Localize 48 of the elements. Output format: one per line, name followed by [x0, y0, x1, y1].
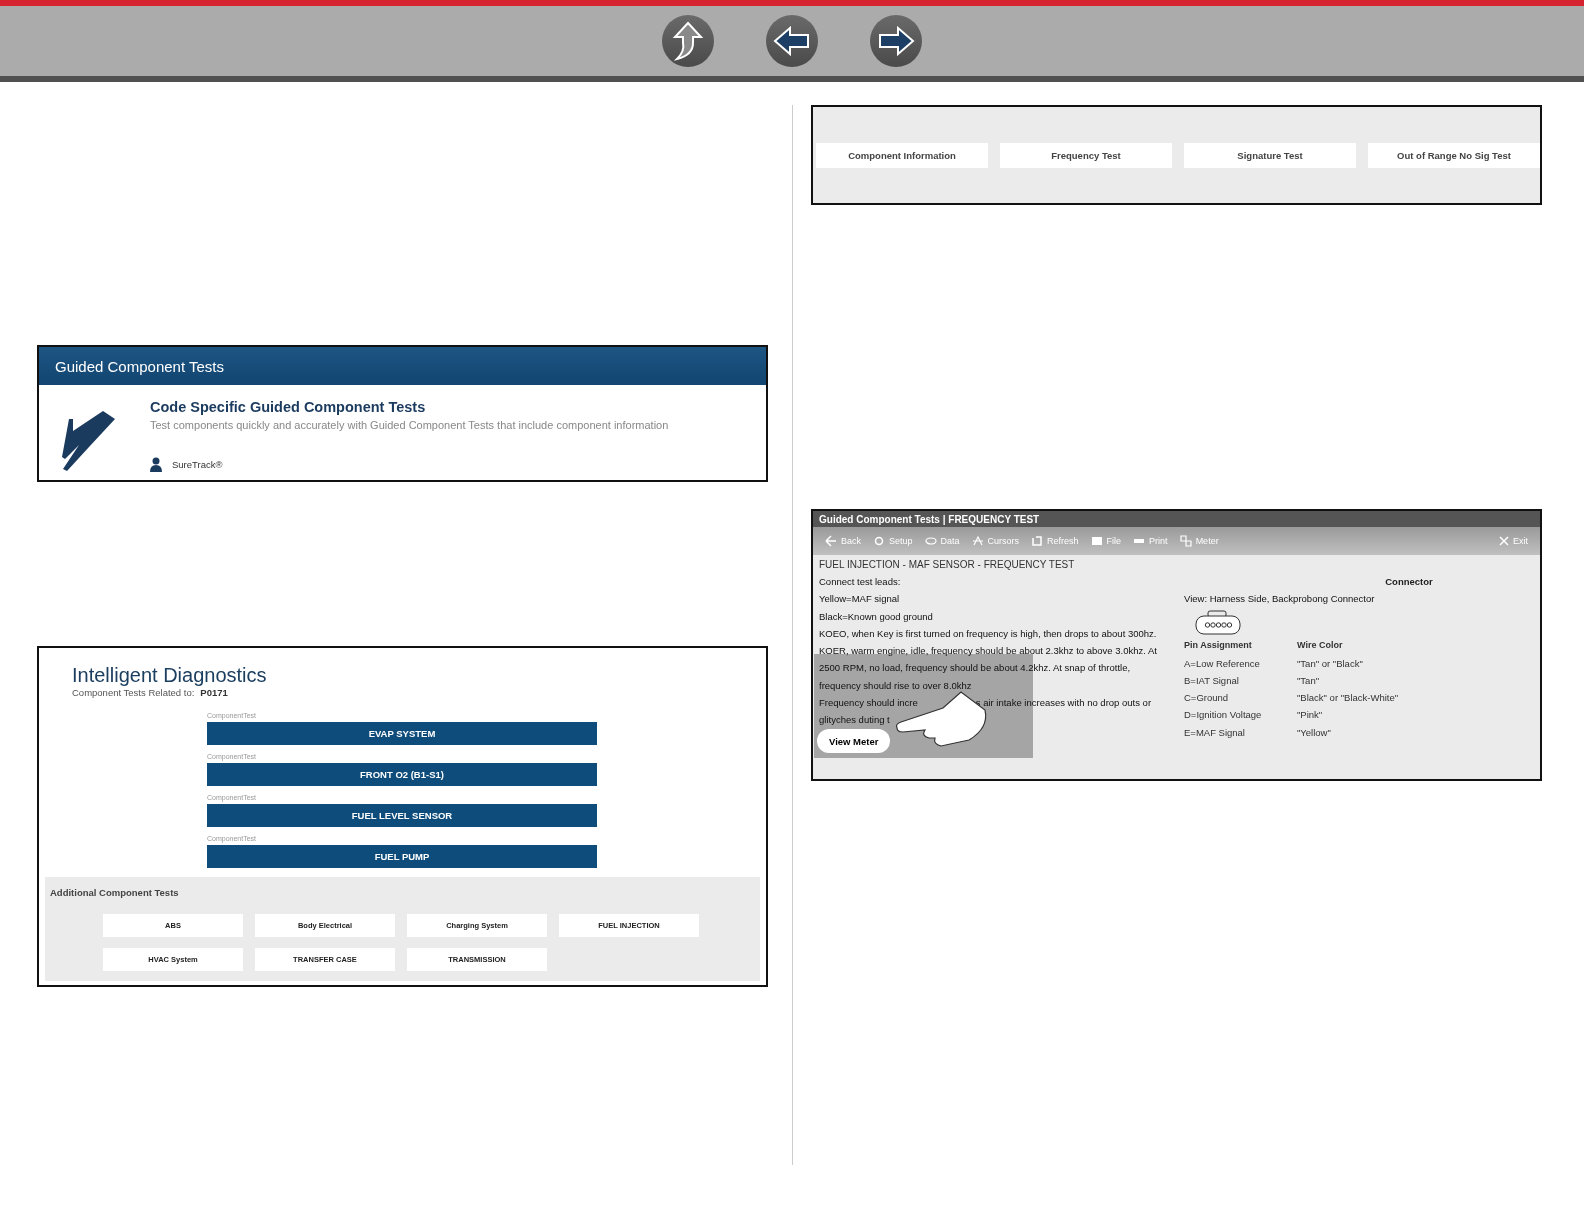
instruction-text: Yellow=MAF signal	[819, 593, 900, 607]
wire-color-text: "Pink"	[1297, 709, 1324, 723]
instruction-text: frequency should rise to over 8.0khz	[819, 679, 972, 693]
left-arrow-icon	[825, 535, 837, 547]
forward-arrow-button[interactable]	[870, 15, 922, 67]
close-icon	[1499, 536, 1509, 546]
instruction-text: Connect test leads:	[819, 576, 901, 589]
component-test-button[interactable]: FUEL LEVEL SENSOR	[207, 804, 597, 827]
instruction-text: glityches duting t	[819, 714, 890, 728]
column-header: Pin Assignment	[1184, 640, 1253, 653]
panel-title: Intelligent Diagnostics	[72, 664, 268, 687]
test-tab[interactable]: Out of Range No Sig Test	[1368, 142, 1540, 168]
pin-label: B=IAT Signal	[1184, 674, 1240, 688]
component-test-button[interactable]: FRONT O2 (B1-S1)	[207, 763, 597, 786]
instruction-text: KOER, warm engine, idle, frequency should be about 2.3khz to above 3.0khz. At	[819, 645, 1157, 659]
instruction-text: KOEO, when Key is first turned on frequency is high, then drops to about 300hz.	[819, 627, 1157, 641]
component-test-button[interactable]: EVAP SYSTEM	[207, 722, 597, 745]
test-tab[interactable]: Component Information	[816, 142, 988, 168]
instruction-text: 2500 RPM, no load, frequency should be about 4.2khz. At snap of throttle,	[819, 662, 1131, 676]
up-arrow-button[interactable]	[662, 15, 714, 67]
column-header: Wire Color	[1297, 640, 1344, 653]
trouble-code: P0171	[200, 687, 228, 698]
test-heading: FUEL INJECTION - MAF SENSOR - FREQUENCY TEST	[819, 559, 1076, 570]
card-description: Test components quickly and accurately with Guided Component Tests that include component information	[150, 419, 669, 431]
wire-color-text: "Tan" or "Black"	[1297, 657, 1364, 671]
component-test-button[interactable]: FUEL PUMP	[207, 845, 597, 868]
section-heading: Additional Component Tests	[50, 887, 180, 898]
panel-title: Guided Component Tests	[39, 347, 766, 385]
back-arrow-button[interactable]	[766, 15, 818, 67]
person-icon	[150, 457, 162, 472]
connector-heading: Connector	[1384, 576, 1434, 589]
test-tab[interactable]: Signature Test	[1184, 142, 1356, 168]
test-tab[interactable]: Frequency Test	[1000, 142, 1172, 168]
source-label: SureTrack®	[172, 459, 223, 470]
connector-view-text: View: Harness Side, Backprobong Connector	[1184, 593, 1376, 606]
view-meter-button[interactable]: View Meter	[817, 729, 891, 753]
pin-label: E=MAF Signal	[1184, 726, 1246, 740]
wire-color-text: "Tan"	[1297, 674, 1321, 688]
window-title: Guided Component Tests | FREQUENCY TEST	[813, 511, 1540, 527]
pin-label: A=Low Reference	[1184, 657, 1261, 671]
card-heading[interactable]: Code Specific Guided Component Tests	[150, 399, 669, 415]
pin-label: D=Ignition Voltage	[1184, 709, 1263, 723]
instruction-text: Black=Known good ground	[819, 610, 933, 624]
pin-label: C=Ground	[1184, 692, 1230, 706]
instruction-text: Frequency should incre	[819, 697, 918, 711]
wire-color-text: "Yellow"	[1297, 726, 1332, 740]
related-label: Component Tests Related to:	[72, 687, 195, 698]
wire-color-text: "Black" or "Black-White"	[1297, 692, 1400, 706]
